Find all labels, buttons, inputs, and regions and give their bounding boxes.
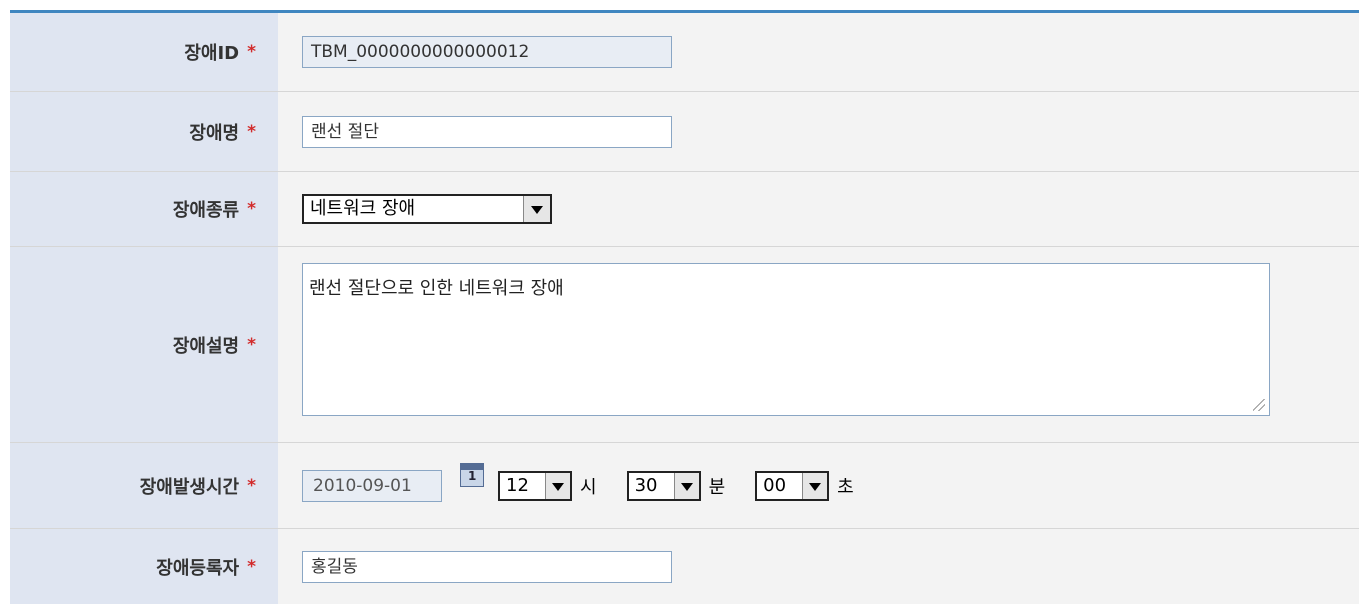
- incident-id-field[interactable]: TBM_0000000000000012: [302, 36, 672, 68]
- required-mark: *: [247, 334, 256, 355]
- chevron-down-icon[interactable]: [673, 472, 699, 499]
- label-incident-id: 장애ID *: [10, 13, 278, 91]
- row-incident-type: 장애종류 * 네트워크 장애: [10, 172, 1359, 247]
- incident-registrant-field[interactable]: 홍길동: [302, 550, 672, 583]
- chevron-down-icon[interactable]: [545, 472, 570, 499]
- value-cell: 랜선 절단으로 인한 네트워크 장애: [278, 247, 1359, 442]
- value-cell: 2010-09-01 1 12 시 30 분 00 초: [278, 443, 1359, 528]
- minute-unit: 분: [708, 476, 726, 498]
- chevron-down-icon[interactable]: [802, 472, 828, 499]
- incident-type-select[interactable]: 네트워크 장애: [302, 194, 552, 224]
- second-value: 00: [763, 474, 787, 496]
- hour-select[interactable]: 12: [498, 470, 572, 501]
- hour-value: 12: [506, 474, 529, 496]
- value-cell: TBM_0000000000000012: [278, 13, 1359, 91]
- incident-type-selected: 네트워크 장애: [310, 198, 416, 219]
- value-cell: 홍길동: [278, 529, 1359, 604]
- incident-form: 장애ID * TBM_0000000000000012 장애명 * 랜선 절단 장애…: [10, 10, 1359, 604]
- resize-grip-icon[interactable]: [1253, 399, 1265, 411]
- label-incident-time: 장애발생시간 *: [10, 443, 278, 528]
- label-incident-description: 장애설명 *: [10, 247, 278, 442]
- required-mark: *: [247, 475, 256, 496]
- minute-select[interactable]: 30: [626, 470, 701, 501]
- minute-value: 30: [634, 474, 658, 496]
- second-select[interactable]: 00: [755, 470, 830, 501]
- second-unit: 초: [837, 476, 854, 498]
- calendar-icon[interactable]: 1: [460, 463, 484, 487]
- required-mark: *: [247, 556, 256, 577]
- required-mark: *: [247, 199, 256, 219]
- required-mark: *: [247, 121, 256, 142]
- hour-unit: 시: [580, 476, 597, 498]
- row-incident-registrant: 장애등록자 * 홍길동: [10, 529, 1359, 604]
- value-cell: 네트워크 장애: [278, 172, 1359, 246]
- value-cell: 랜선 절단: [278, 92, 1359, 171]
- row-incident-description: 장애설명 * 랜선 절단으로 인한 네트워크 장애: [10, 247, 1359, 443]
- row-incident-name: 장애명 * 랜선 절단: [10, 92, 1359, 172]
- required-mark: *: [247, 42, 256, 62]
- row-incident-time: 장애발생시간 * 2010-09-01 1 12 시 30 분 00 초: [10, 443, 1359, 529]
- incident-description-textarea[interactable]: 랜선 절단으로 인한 네트워크 장애: [302, 263, 1270, 416]
- label-incident-registrant: 장애등록자 *: [10, 529, 278, 604]
- description-text: 랜선 절단으로 인한 네트워크 장애: [309, 278, 564, 299]
- incident-date-field[interactable]: 2010-09-01: [302, 469, 442, 502]
- label-incident-name: 장애명 *: [10, 92, 278, 171]
- chevron-down-icon[interactable]: [523, 196, 550, 222]
- label-incident-type: 장애종류 *: [10, 172, 278, 246]
- row-incident-id: 장애ID * TBM_0000000000000012: [10, 13, 1359, 92]
- incident-name-field[interactable]: 랜선 절단: [302, 115, 672, 148]
